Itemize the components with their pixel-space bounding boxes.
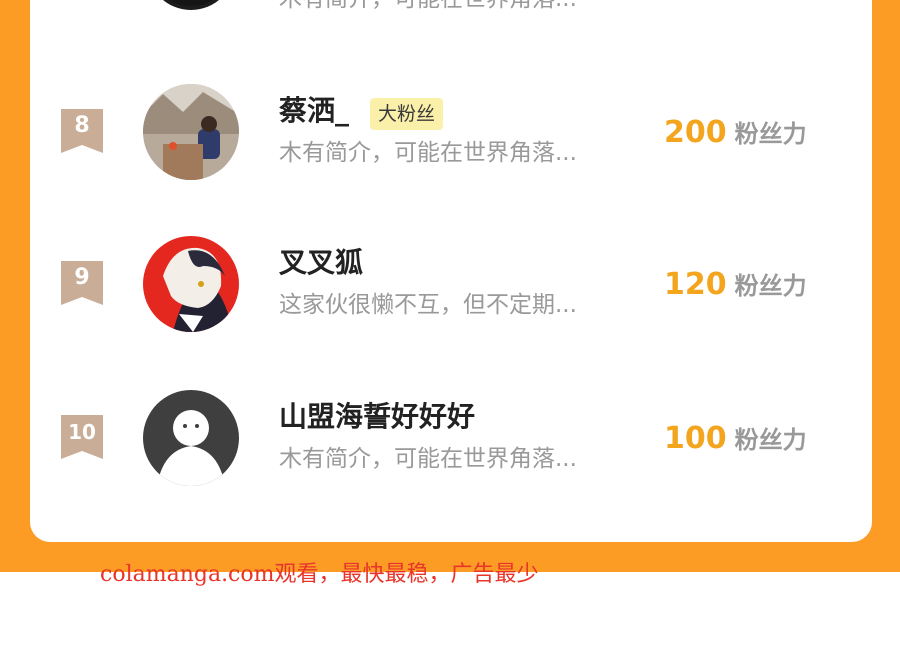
fan-level-badge: 大粉丝 — [370, 98, 444, 130]
fan-power: 120 粉丝力 — [664, 266, 807, 308]
fan-power-unit: 粉丝力 — [734, 120, 807, 148]
list-item[interactable]: 9 叉叉狐 这家伙很懒不互，但不定期... 120 粉丝力 — [30, 236, 872, 356]
avatar[interactable] — [147, 0, 235, 10]
list-item[interactable]: 木有简介，可能在世界角落... — [30, 0, 872, 12]
rank-number: 8 — [74, 113, 90, 138]
user-bio: 木有简介，可能在世界角落... — [279, 0, 577, 14]
rank-number: 10 — [68, 420, 96, 444]
fan-power-value: 120 — [664, 267, 727, 302]
fan-power-value: 200 — [664, 115, 727, 150]
fan-power-value: 100 — [664, 421, 727, 456]
user-bio: 木有简介，可能在世界角落... — [279, 140, 577, 166]
anime-avatar-icon — [143, 236, 239, 332]
fan-power-unit: 粉丝力 — [734, 272, 807, 300]
watermark-text: colamanga.com观看，最快最稳，广告最少 — [100, 562, 539, 587]
default-avatar-icon — [143, 390, 239, 486]
avatar[interactable] — [143, 236, 239, 332]
rank-badge: 8 — [61, 109, 103, 153]
avatar[interactable] — [143, 84, 239, 180]
rank-badge: 9 — [61, 261, 103, 305]
fan-ranking-card: 木有简介，可能在世界角落... 8 蔡洒_ 大粉丝 木有简介，可能在世界角落..… — [30, 0, 872, 542]
photo-avatar-icon — [143, 84, 239, 180]
fan-power-unit: 粉丝力 — [734, 426, 807, 454]
user-bio: 木有简介，可能在世界角落... — [279, 446, 577, 472]
list-item[interactable]: 8 蔡洒_ 大粉丝 木有简介，可能在世界角落... 200 粉丝力 — [30, 84, 872, 204]
rank-number: 9 — [74, 265, 90, 290]
user-name: 山盟海誓好好好 — [279, 400, 476, 433]
user-name: 叉叉狐 — [279, 246, 364, 279]
user-name: 蔡洒_ — [279, 94, 350, 127]
fan-power: 200 粉丝力 — [664, 114, 807, 156]
fan-power: 100 粉丝力 — [664, 420, 807, 462]
avatar[interactable] — [143, 390, 239, 486]
list-item[interactable]: 10 山盟海誓好好好 木有简介，可能在世界角落... 100 粉丝力 — [30, 390, 872, 510]
rank-badge: 10 — [61, 415, 103, 459]
user-bio: 这家伙很懒不互，但不定期... — [279, 292, 577, 318]
dark-avatar-icon — [169, 0, 213, 6]
